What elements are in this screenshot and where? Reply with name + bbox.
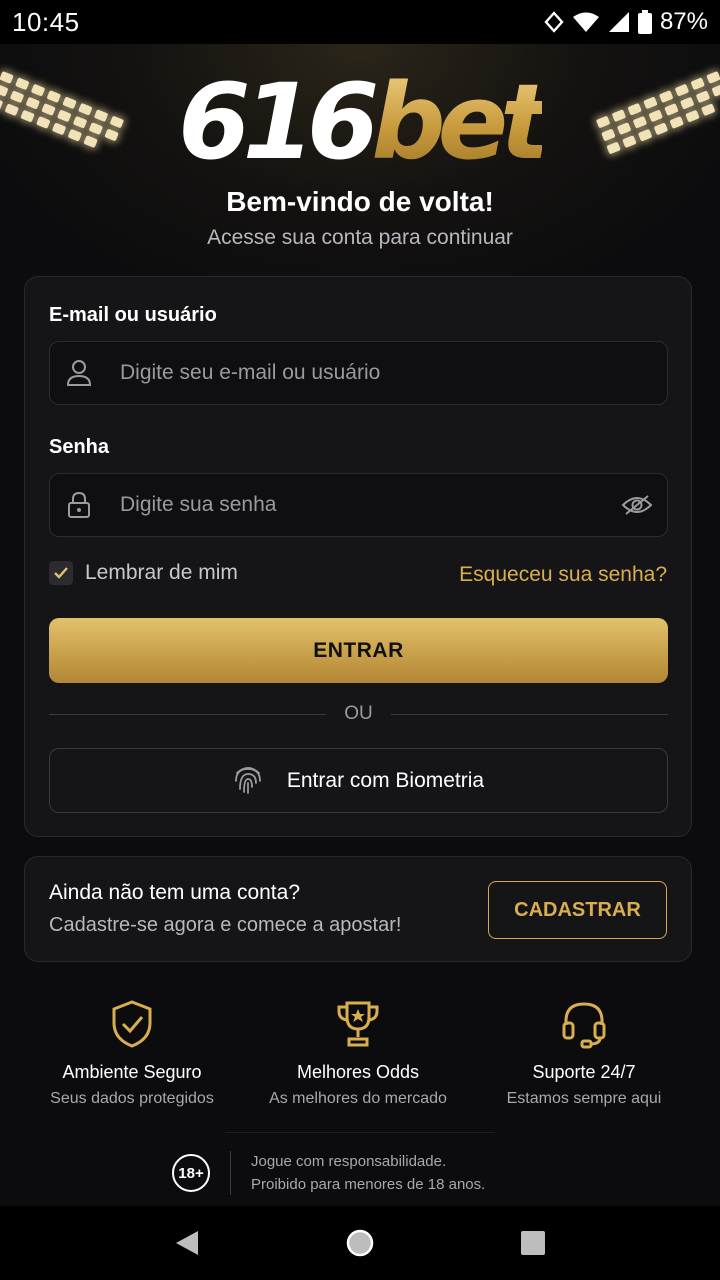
age-restriction-badge: 18+: [172, 1154, 210, 1192]
feature-title: Ambiente Seguro: [62, 1062, 202, 1082]
feature-subtitle: Seus dados protegidos: [50, 1090, 214, 1107]
fingerprint-icon: [233, 763, 263, 798]
data-saver-icon: [544, 11, 564, 33]
forgot-password-link[interactable]: Esqueceu sua senha?: [459, 563, 667, 587]
divider-label: OU: [344, 703, 373, 724]
status-icons: 87%: [544, 8, 708, 36]
footer-divider: [225, 1132, 495, 1133]
feature-secure: Ambiente Seguro Seus dados protegidos: [24, 996, 240, 1116]
brand-logo: 616bet: [0, 70, 720, 174]
user-icon: [50, 359, 108, 387]
or-divider: OU: [49, 703, 668, 725]
feature-title: Melhores Odds: [296, 1062, 420, 1082]
lock-icon: [50, 491, 108, 519]
check-icon: [54, 567, 68, 579]
email-field[interactable]: [49, 341, 668, 405]
feature-support: Suporte 24/7 Estamos sempre aqui: [476, 996, 692, 1116]
biometric-login-button[interactable]: Entrar com Biometria: [49, 748, 668, 813]
home-icon[interactable]: [330, 1213, 390, 1273]
hero-header: 616bet Bem-vindo de volta! Acesse sua co…: [0, 44, 720, 294]
welcome-title: Bem-vindo de volta!: [226, 186, 494, 217]
remember-label: Lembrar de mim: [85, 561, 238, 584]
email-input[interactable]: [108, 361, 667, 385]
trophy-icon: [335, 996, 381, 1052]
welcome-subtitle: Acesse sua conta para continuar: [207, 226, 513, 249]
eye-off-icon[interactable]: [607, 493, 667, 517]
footer-text: Jogue com responsabilidade. Proibido par…: [251, 1150, 485, 1196]
password-input[interactable]: [108, 493, 607, 517]
battery-icon: [637, 10, 652, 34]
features-row: Ambiente Seguro Seus dados protegidos Me…: [24, 996, 692, 1116]
back-icon[interactable]: [157, 1213, 217, 1273]
remember-me[interactable]: Lembrar de mim: [49, 561, 238, 585]
email-label: E-mail ou usuário: [49, 304, 217, 326]
feature-subtitle: Estamos sempre aqui: [506, 1090, 662, 1107]
status-bar: 10:45 87%: [0, 0, 720, 44]
feature-title: Suporte 24/7: [532, 1062, 636, 1082]
system-nav-bar: [0, 1206, 720, 1280]
signal-icon: [608, 11, 630, 33]
headset-icon: [560, 996, 608, 1052]
logo-word: bet: [371, 61, 550, 183]
password-field[interactable]: [49, 473, 668, 537]
login-button[interactable]: ENTRAR: [49, 618, 668, 683]
status-time: 10:45: [12, 6, 80, 37]
responsible-gaming-notice: 18+ Jogue com responsabilidade. Proibido…: [172, 1150, 485, 1196]
footer-line-1: Jogue com responsabilidade.: [251, 1153, 447, 1170]
register-card: Ainda não tem uma conta? Cadastre-se ago…: [24, 856, 692, 962]
login-card: E-mail ou usuário Senha Lembrar de mim E…: [24, 276, 692, 837]
register-button[interactable]: CADASTRAR: [488, 881, 667, 939]
logo-number: 616: [178, 61, 379, 183]
feature-subtitle: As melhores do mercado: [269, 1090, 447, 1107]
battery-level: 87%: [659, 8, 708, 35]
shield-check-icon: [110, 996, 154, 1052]
wifi-icon: [572, 11, 600, 33]
register-title: Ainda não tem uma conta?: [49, 881, 300, 904]
feature-odds: Melhores Odds As melhores do mercado: [250, 996, 466, 1116]
remember-checkbox[interactable]: [49, 561, 73, 585]
recents-icon[interactable]: [503, 1213, 563, 1273]
register-subtitle: Cadastre-se agora e comece a apostar!: [49, 914, 402, 936]
password-label: Senha: [49, 436, 110, 458]
biometric-label: Entrar com Biometria: [286, 768, 485, 792]
footer-line-2: Proibido para menores de 18 anos.: [251, 1176, 486, 1193]
